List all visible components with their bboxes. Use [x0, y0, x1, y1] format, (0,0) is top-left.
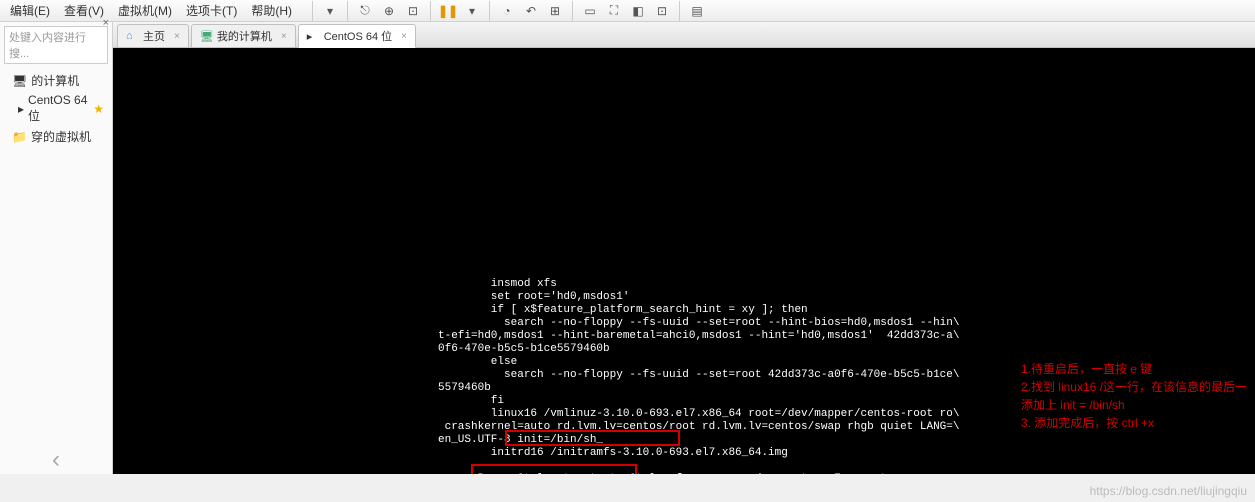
tab-mycomputer[interactable]: 🖥 我的计算机 × — [191, 24, 296, 47]
toolbar-expand[interactable]: ⊕ — [378, 0, 400, 22]
separator — [430, 1, 431, 21]
toolbar-play-dropdown[interactable]: ▾ — [461, 0, 483, 22]
vm-icon: ▸ — [307, 30, 319, 42]
highlight-box-ctrlx — [471, 464, 637, 474]
vm-console[interactable]: insmod xfs set root='hd0,msdos1' if [ x$… — [113, 48, 1255, 474]
toolbar-usb[interactable]: ⊡ — [402, 0, 424, 22]
toolbar-dropdown[interactable]: ▾ — [319, 0, 341, 22]
menu-edit[interactable]: 编辑(E) — [4, 0, 56, 21]
toolbar-fit[interactable]: ▭ — [579, 0, 601, 22]
pause-icon[interactable]: ❚❚ — [437, 0, 459, 22]
tab-label: 我的计算机 — [217, 28, 272, 44]
separator — [572, 1, 573, 21]
toolbar-snapshot[interactable]: ◔ — [496, 0, 518, 22]
content-area: ⌂ 主页 × 🖥 我的计算机 × ▸ CentOS 64 位 × insmod … — [113, 22, 1255, 474]
highlight-box-init — [505, 430, 680, 446]
sidebar-item-label: 穿的虚拟机 — [31, 128, 91, 145]
sidebar-item-shared[interactable]: 📁 穿的虚拟机 — [4, 126, 108, 147]
star-icon: ★ — [93, 102, 104, 116]
pc-icon: 🖥 — [200, 30, 212, 42]
close-icon[interactable]: × — [401, 31, 407, 42]
toolbar-manage[interactable]: ⊞ — [544, 0, 566, 22]
menu-vm[interactable]: 虚拟机(M) — [112, 0, 178, 21]
annotation-text: 1.待重启后，一直按 e 键 2.找到 linux16 /这一行，在该信息的最后… — [1021, 360, 1247, 432]
close-icon[interactable]: × — [103, 17, 109, 29]
menu-tabs[interactable]: 选项卡(T) — [180, 0, 243, 21]
toolbar-revert[interactable]: ↶ — [520, 0, 542, 22]
tab-label: 主页 — [143, 28, 165, 44]
annotation-line: 2.找到 linux16 /这一行，在该信息的最后一 — [1021, 378, 1247, 396]
sidebar-item-centos[interactable]: ▸ CentOS 64 位 ★ — [4, 91, 108, 126]
toolbar-window[interactable]: ⊡ — [651, 0, 673, 22]
collapse-sidebar-button[interactable]: ‹ — [0, 446, 112, 474]
separator — [347, 1, 348, 21]
tab-centos[interactable]: ▸ CentOS 64 位 × — [298, 24, 416, 48]
menubar: 编辑(E) 查看(V) 虚拟机(M) 选项卡(T) 帮助(H) ▾ ⎋ ⊕ ⊡ … — [0, 0, 1255, 22]
close-icon[interactable]: × — [174, 31, 180, 42]
close-icon[interactable]: × — [281, 31, 287, 42]
main-area: × 处键入内容进行搜... 🖥 的计算机 ▸ CentOS 64 位 ★ 📁 穿… — [0, 22, 1255, 474]
toolbar-library[interactable]: ▤ — [686, 0, 708, 22]
annotation-line: 3. 添加完成后，按 ctrl +x — [1021, 414, 1247, 432]
pc-icon: 🖥 — [12, 74, 27, 88]
sidebar-tree: 🖥 的计算机 ▸ CentOS 64 位 ★ 📁 穿的虚拟机 — [0, 68, 112, 366]
toolbar-unity[interactable]: ◧ — [627, 0, 649, 22]
sidebar-item-label: 的计算机 — [31, 72, 79, 89]
sidebar: × 处键入内容进行搜... 🖥 的计算机 ▸ CentOS 64 位 ★ 📁 穿… — [0, 22, 113, 474]
annotation-line: 添加上 init = /bin/sh — [1021, 396, 1247, 414]
tab-label: CentOS 64 位 — [324, 28, 392, 44]
tab-home[interactable]: ⌂ 主页 × — [117, 24, 189, 47]
separator — [489, 1, 490, 21]
search-placeholder: 处键入内容进行搜... — [9, 29, 103, 61]
vm-icon: ▸ — [18, 102, 24, 116]
separator — [312, 1, 313, 21]
search-input[interactable]: × 处键入内容进行搜... — [4, 26, 108, 64]
sidebar-item-mycomputer[interactable]: 🖥 的计算机 — [4, 70, 108, 91]
annotation-line: 1.待重启后，一直按 e 键 — [1021, 360, 1247, 378]
watermark: https://blog.csdn.net/liujingqiu — [1090, 484, 1247, 498]
home-icon: ⌂ — [126, 30, 138, 42]
folder-icon: 📁 — [12, 130, 27, 144]
toolbar-attach[interactable]: ⎋ — [354, 0, 376, 22]
toolbar-fullscreen[interactable]: ⛶ — [603, 0, 625, 22]
tabbar: ⌂ 主页 × 🖥 我的计算机 × ▸ CentOS 64 位 × — [113, 22, 1255, 48]
sidebar-item-label: CentOS 64 位 — [28, 93, 89, 124]
menu-help[interactable]: 帮助(H) — [245, 0, 298, 21]
separator — [679, 1, 680, 21]
